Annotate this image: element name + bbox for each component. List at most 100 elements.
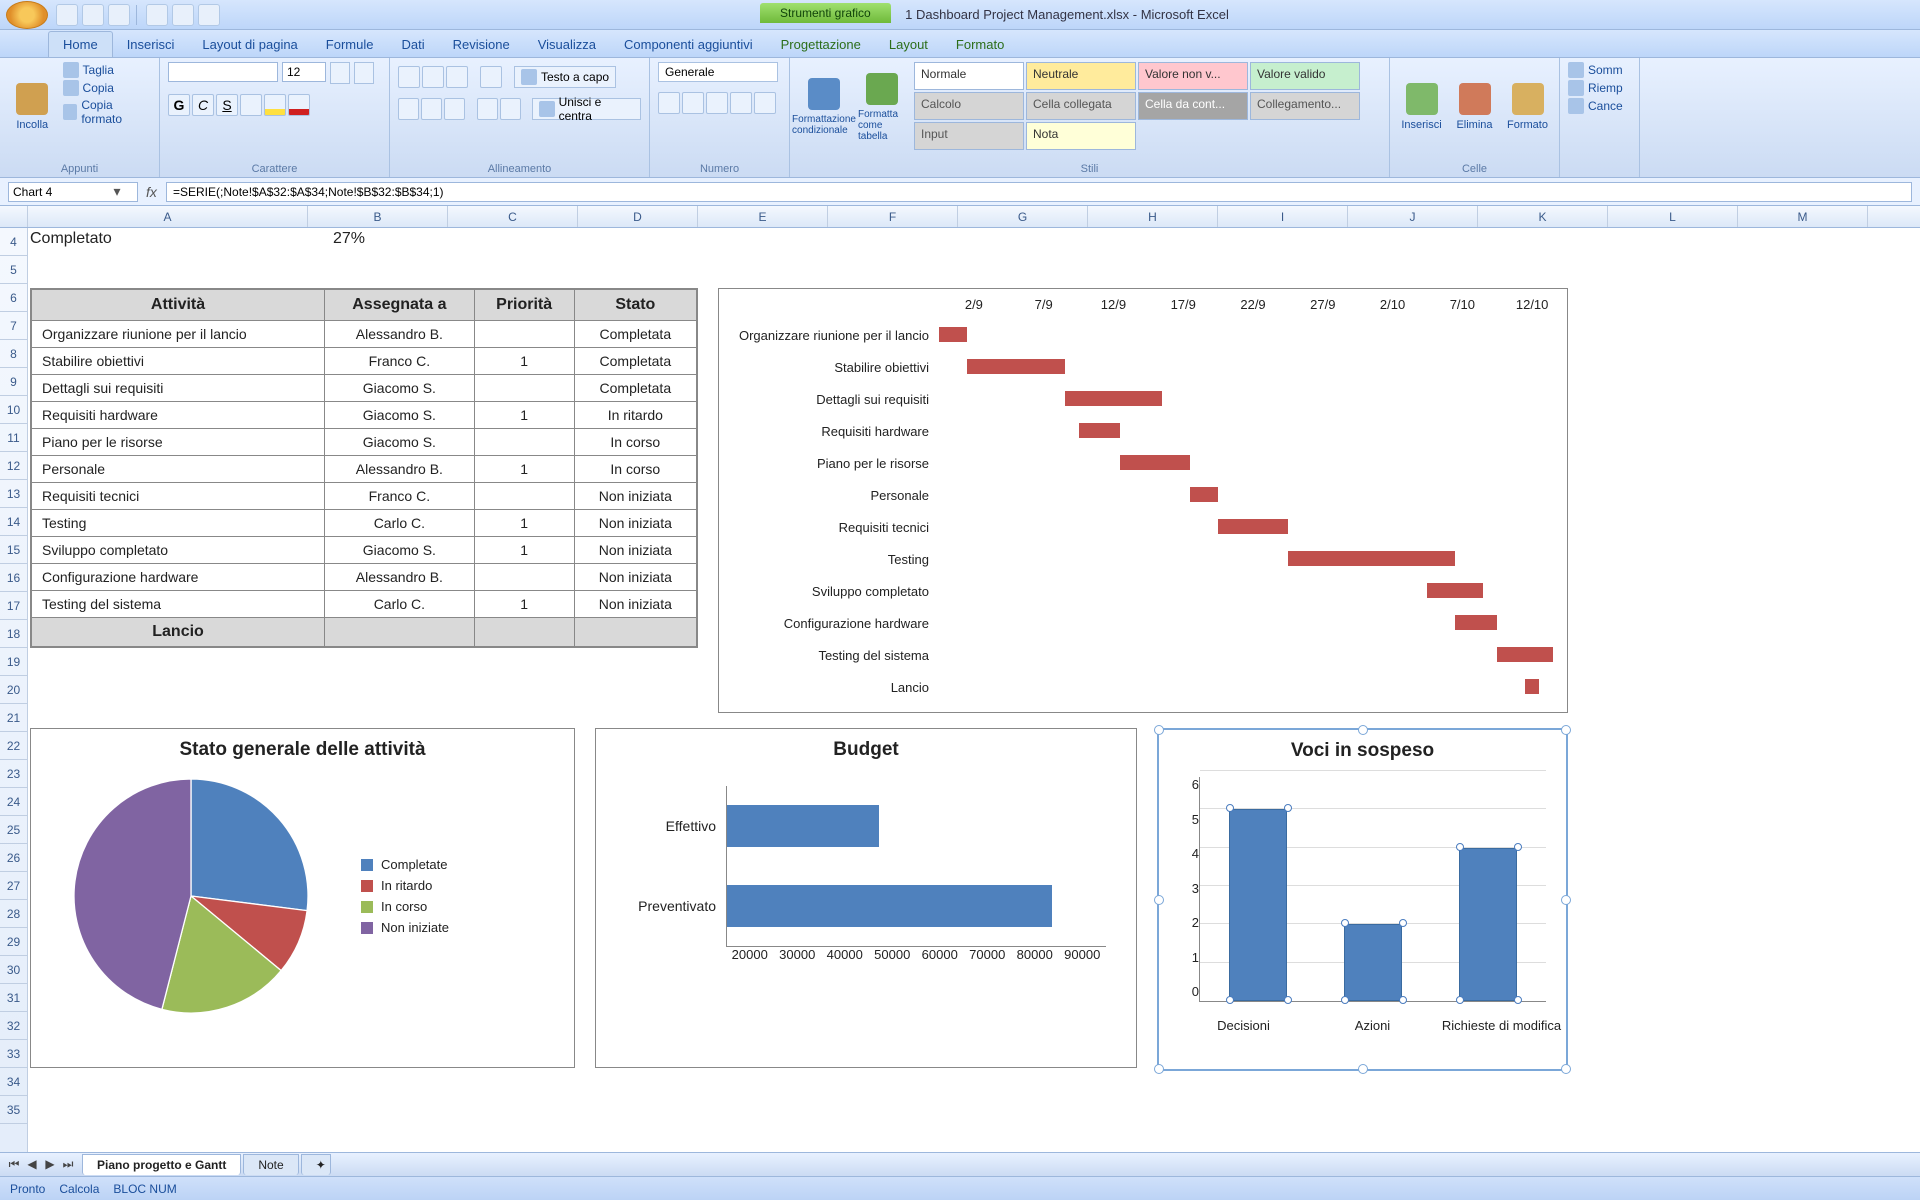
decrease-font-button[interactable] bbox=[354, 62, 374, 84]
underline-button[interactable]: S bbox=[216, 94, 238, 116]
sheet-tab-active[interactable]: Piano progetto e Gantt bbox=[82, 1154, 241, 1175]
tab-formato[interactable]: Formato bbox=[942, 32, 1018, 57]
increase-font-button[interactable] bbox=[330, 62, 350, 84]
row-header-28[interactable]: 28 bbox=[0, 900, 27, 928]
format-painter-button[interactable]: Copia formato bbox=[63, 98, 151, 126]
decrease-decimal-button[interactable] bbox=[754, 92, 776, 114]
column-header-K[interactable]: K bbox=[1478, 206, 1608, 227]
qat-sort-icon[interactable] bbox=[146, 4, 168, 26]
comma-button[interactable] bbox=[706, 92, 728, 114]
tab-inserisci[interactable]: Inserisci bbox=[113, 32, 189, 57]
name-box-input[interactable] bbox=[9, 183, 109, 201]
increase-indent-button[interactable] bbox=[500, 98, 521, 120]
tab-layout-chart[interactable]: Layout bbox=[875, 32, 942, 57]
row-header-27[interactable]: 27 bbox=[0, 872, 27, 900]
row-header-4[interactable]: 4 bbox=[0, 228, 27, 256]
column-header-F[interactable]: F bbox=[828, 206, 958, 227]
row-header-5[interactable]: 5 bbox=[0, 256, 27, 284]
column-header-A[interactable]: A bbox=[28, 206, 308, 227]
select-all-corner[interactable] bbox=[0, 206, 28, 227]
row-header-9[interactable]: 9 bbox=[0, 368, 27, 396]
pie-chart[interactable]: Stato generale delle attività Completate… bbox=[30, 728, 575, 1068]
row-header-33[interactable]: 33 bbox=[0, 1040, 27, 1068]
number-format-select[interactable]: Generale bbox=[658, 62, 778, 82]
align-center-button[interactable] bbox=[421, 98, 442, 120]
row-header-29[interactable]: 29 bbox=[0, 928, 27, 956]
clear-button[interactable]: Cance bbox=[1568, 98, 1623, 114]
row-header-31[interactable]: 31 bbox=[0, 984, 27, 1012]
row-header-35[interactable]: 35 bbox=[0, 1096, 27, 1124]
font-color-button[interactable] bbox=[288, 94, 310, 116]
style-valore-non-valido[interactable]: Valore non v... bbox=[1138, 62, 1248, 90]
row-header-21[interactable]: 21 bbox=[0, 704, 27, 732]
column-header-J[interactable]: J bbox=[1348, 206, 1478, 227]
row-header-6[interactable]: 6 bbox=[0, 284, 27, 312]
sheet-nav-last[interactable]: ⏭ bbox=[60, 1157, 76, 1172]
row-header-34[interactable]: 34 bbox=[0, 1068, 27, 1096]
conditional-formatting-button[interactable]: Formattazione condizionale bbox=[798, 62, 850, 152]
insert-cells-button[interactable]: Inserisci bbox=[1398, 62, 1445, 152]
row-header-7[interactable]: 7 bbox=[0, 312, 27, 340]
column-header-G[interactable]: G bbox=[958, 206, 1088, 227]
voci-bar[interactable] bbox=[1459, 848, 1517, 1001]
column-header-I[interactable]: I bbox=[1218, 206, 1348, 227]
style-neutrale[interactable]: Neutrale bbox=[1026, 62, 1136, 90]
autosum-button[interactable]: Somm bbox=[1568, 62, 1623, 78]
increase-decimal-button[interactable] bbox=[730, 92, 752, 114]
column-header-E[interactable]: E bbox=[698, 206, 828, 227]
tab-revisione[interactable]: Revisione bbox=[439, 32, 524, 57]
style-input[interactable]: Input bbox=[914, 122, 1024, 150]
tab-visualizza[interactable]: Visualizza bbox=[524, 32, 610, 57]
style-calcolo[interactable]: Calcolo bbox=[914, 92, 1024, 120]
sheet-nav-next[interactable]: ▶ bbox=[42, 1157, 58, 1172]
row-header-20[interactable]: 20 bbox=[0, 676, 27, 704]
style-cella-collegata[interactable]: Cella collegata bbox=[1026, 92, 1136, 120]
sheet-tab-new[interactable]: ✦ bbox=[301, 1154, 331, 1175]
cell-grid[interactable]: Completato 27% AttivitàAssegnata aPriori… bbox=[28, 228, 1920, 1152]
fx-button[interactable]: fx bbox=[146, 184, 166, 200]
row-header-11[interactable]: 11 bbox=[0, 424, 27, 452]
sheet-tab-note[interactable]: Note bbox=[243, 1154, 298, 1175]
column-header-H[interactable]: H bbox=[1088, 206, 1218, 227]
paste-button[interactable]: Incolla bbox=[8, 62, 57, 152]
voci-bar[interactable] bbox=[1229, 809, 1287, 1001]
align-right-button[interactable] bbox=[444, 98, 465, 120]
border-button[interactable] bbox=[240, 94, 262, 116]
column-header-L[interactable]: L bbox=[1608, 206, 1738, 227]
voci-bar[interactable] bbox=[1344, 924, 1402, 1001]
delete-cells-button[interactable]: Elimina bbox=[1451, 62, 1498, 152]
row-header-19[interactable]: 19 bbox=[0, 648, 27, 676]
row-header-12[interactable]: 12 bbox=[0, 452, 27, 480]
align-bottom-button[interactable] bbox=[446, 66, 468, 88]
align-left-button[interactable] bbox=[398, 98, 419, 120]
sheet-nav-first[interactable]: ⏮ bbox=[6, 1157, 22, 1172]
formula-input[interactable] bbox=[166, 182, 1912, 202]
row-header-24[interactable]: 24 bbox=[0, 788, 27, 816]
cut-button[interactable]: Taglia bbox=[63, 62, 151, 78]
tab-componenti[interactable]: Componenti aggiuntivi bbox=[610, 32, 767, 57]
column-header-D[interactable]: D bbox=[578, 206, 698, 227]
row-header-25[interactable]: 25 bbox=[0, 816, 27, 844]
font-family-input[interactable] bbox=[168, 62, 278, 82]
qat-pivot-icon[interactable] bbox=[172, 4, 194, 26]
tab-progettazione[interactable]: Progettazione bbox=[767, 32, 875, 57]
style-normale[interactable]: Normale bbox=[914, 62, 1024, 90]
budget-chart[interactable]: Budget EffettivoPreventivato200003000040… bbox=[595, 728, 1137, 1068]
align-middle-button[interactable] bbox=[422, 66, 444, 88]
align-top-button[interactable] bbox=[398, 66, 420, 88]
italic-button[interactable]: C bbox=[192, 94, 214, 116]
orientation-button[interactable] bbox=[480, 66, 502, 88]
column-header-C[interactable]: C bbox=[448, 206, 578, 227]
bold-button[interactable]: G bbox=[168, 94, 190, 116]
chevron-down-icon[interactable]: ▾ bbox=[109, 183, 125, 200]
tab-home[interactable]: Home bbox=[48, 31, 113, 57]
fill-button[interactable]: Riemp bbox=[1568, 80, 1623, 96]
tab-formule[interactable]: Formule bbox=[312, 32, 388, 57]
tab-layout[interactable]: Layout di pagina bbox=[188, 32, 311, 57]
currency-button[interactable] bbox=[658, 92, 680, 114]
row-header-22[interactable]: 22 bbox=[0, 732, 27, 760]
row-header-30[interactable]: 30 bbox=[0, 956, 27, 984]
row-header-17[interactable]: 17 bbox=[0, 592, 27, 620]
style-cella-controllare[interactable]: Cella da cont... bbox=[1138, 92, 1248, 120]
row-header-10[interactable]: 10 bbox=[0, 396, 27, 424]
